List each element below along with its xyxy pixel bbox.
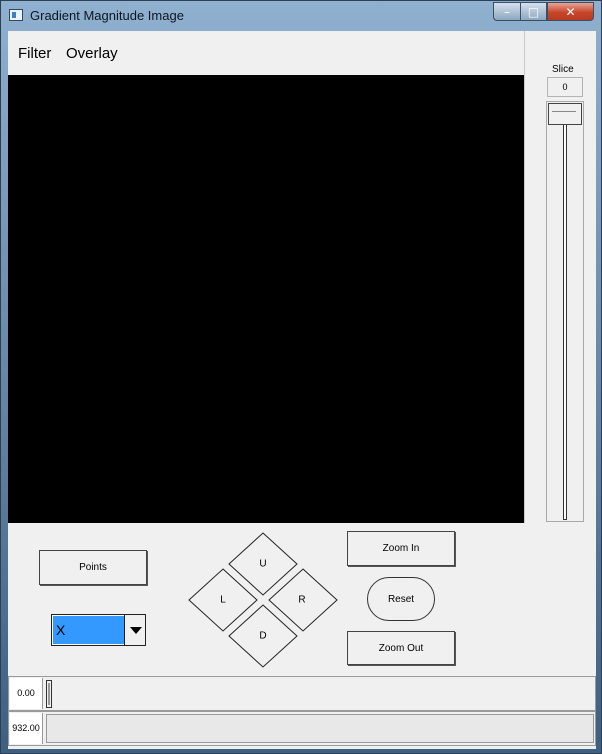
chevron-down-icon[interactable] (124, 615, 145, 645)
minimize-button[interactable]: – (493, 2, 520, 21)
pan-up-label: U (259, 558, 267, 570)
axis-select-value: X (53, 616, 125, 644)
slice-slider[interactable] (546, 101, 584, 522)
points-button[interactable]: Points (39, 550, 147, 585)
slice-slider-thumb[interactable] (548, 103, 582, 125)
close-button[interactable]: ✕ (547, 2, 594, 21)
slice-panel: Slice 0 (524, 31, 596, 523)
window-controls: – □ ✕ (493, 2, 594, 21)
axis-select[interactable]: X (51, 614, 146, 646)
pan-down-label: D (259, 630, 267, 642)
max-value-row: 932.00 (8, 711, 596, 746)
slice-label: Slice (552, 64, 574, 75)
slice-value-field[interactable]: 0 (547, 77, 583, 97)
app-icon (9, 9, 23, 21)
direction-pad: U L R D (188, 531, 340, 669)
window-frame: Gradient Magnitude Image – □ ✕ Filter Ov… (0, 0, 602, 754)
max-value-field[interactable]: 932.00 (10, 713, 43, 744)
min-value-field[interactable]: 0.00 (10, 678, 43, 709)
min-value-row: 0.00 (8, 676, 596, 711)
zoom-out-button[interactable]: Zoom Out (347, 631, 455, 665)
pan-left-label: L (220, 594, 226, 606)
image-canvas[interactable] (8, 75, 524, 523)
window-title: Gradient Magnitude Image (30, 8, 184, 23)
maximize-button[interactable]: □ (520, 2, 547, 21)
menu-item-overlay[interactable]: Overlay (66, 45, 118, 62)
title-bar[interactable]: Gradient Magnitude Image – □ ✕ (1, 1, 601, 31)
reset-button[interactable]: Reset (367, 577, 435, 621)
min-value-slider-handle[interactable] (46, 680, 52, 708)
pan-right-label: R (298, 594, 306, 606)
menu-bar: Filter Overlay (8, 31, 524, 75)
max-value-slider[interactable] (46, 714, 594, 743)
slice-slider-groove (563, 112, 567, 520)
menu-item-filter[interactable]: Filter (18, 45, 51, 62)
client-area: Filter Overlay Slice 0 Points X U L R D … (8, 31, 596, 749)
zoom-in-button[interactable]: Zoom In (347, 531, 455, 566)
